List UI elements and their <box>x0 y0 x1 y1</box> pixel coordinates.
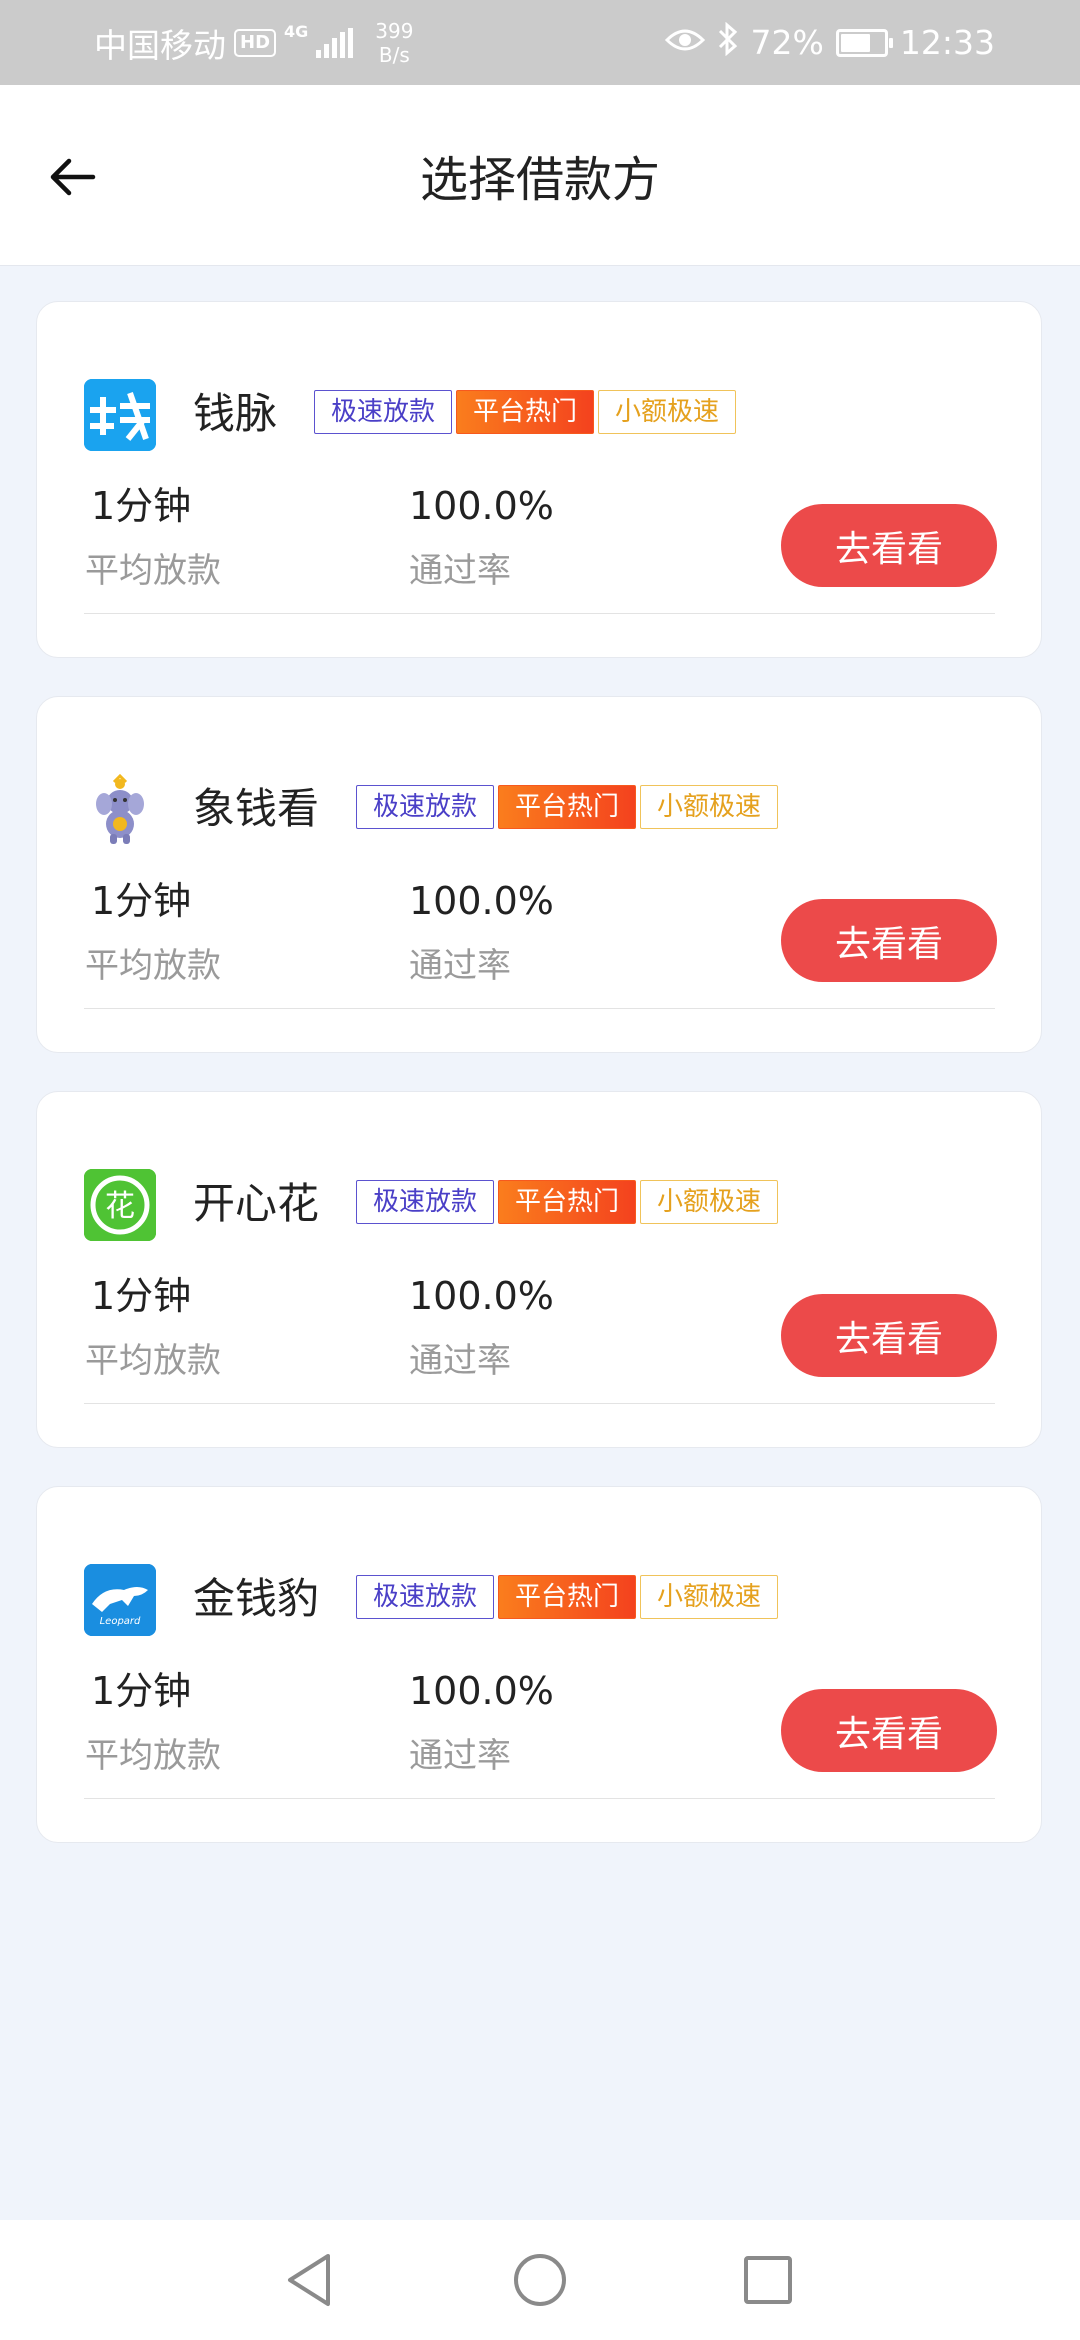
pass-rate-label: 通过率 <box>409 551 511 591</box>
tag-hot: 平台热门 <box>498 1575 637 1619</box>
signal-icon <box>316 27 354 58</box>
tag-small-fast: 小额极速 <box>640 785 779 829</box>
view-lender-button[interactable]: 去看看 <box>781 1689 997 1772</box>
card-divider <box>84 1798 995 1799</box>
lender-card: 花 开心花 极速放款 平台热门 小额极速 1分钟 平均放款 100.0% 通过率… <box>36 1091 1042 1448</box>
nav-home-button[interactable] <box>480 2220 600 2340</box>
card-divider <box>84 1403 995 1404</box>
eye-icon <box>664 23 705 62</box>
square-recents-icon <box>744 2256 792 2304</box>
clock-time: 12:33 <box>899 23 995 62</box>
elephant-logo-icon <box>96 774 144 844</box>
triangle-back-icon <box>288 2254 330 2306</box>
tag-hot: 平台热门 <box>498 785 637 829</box>
network-type: 4G <box>284 22 309 41</box>
tag-hot: 平台热门 <box>456 390 595 434</box>
lender-logo <box>84 774 156 846</box>
tag-fast-loan: 极速放款 <box>356 1180 495 1224</box>
view-lender-button[interactable]: 去看看 <box>781 504 997 587</box>
card-divider <box>84 613 995 614</box>
avg-loan-time-value: 1分钟 <box>91 1274 192 1318</box>
system-nav-bar <box>0 2220 1080 2340</box>
lender-tags: 极速放款 平台热门 小额极速 <box>356 1575 779 1619</box>
avg-loan-time-label: 平均放款 <box>85 1736 221 1776</box>
avg-loan-time-label: 平均放款 <box>85 1341 221 1381</box>
qianmai-logo-icon <box>84 379 156 451</box>
lender-card: 象钱看 极速放款 平台热门 小额极速 1分钟 平均放款 100.0% 通过率 去… <box>36 696 1042 1053</box>
net-speed-unit: B/s <box>378 42 410 67</box>
net-speed-value: 399 <box>375 18 414 43</box>
pass-rate-value: 100.0% <box>409 1274 554 1318</box>
kaixinhua-logo-icon: 花 <box>84 1169 156 1241</box>
circle-home-icon <box>514 2254 566 2306</box>
lender-tags: 极速放款 平台热门 小额极速 <box>356 1180 779 1224</box>
avg-loan-time-value: 1分钟 <box>91 484 192 528</box>
tag-small-fast: 小额极速 <box>640 1180 779 1224</box>
lender-tags: 极速放款 平台热门 小额极速 <box>314 390 737 434</box>
avg-loan-time-value: 1分钟 <box>91 879 192 923</box>
avg-loan-time-label: 平均放款 <box>85 946 221 986</box>
lender-card: Leopard 金钱豹 极速放款 平台热门 小额极速 1分钟 平均放款 100.… <box>36 1486 1042 1843</box>
nav-back-button[interactable] <box>249 2220 369 2340</box>
battery-percent: 72% <box>750 23 824 62</box>
lender-name: 象钱看 <box>193 784 320 833</box>
tag-fast-loan: 极速放款 <box>356 785 495 829</box>
status-left: 中国移动 HD 4G 399 B/s <box>94 0 413 85</box>
pass-rate-label: 通过率 <box>409 946 511 986</box>
status-right: 72% 12:33 <box>664 0 995 85</box>
status-bar: 中国移动 HD 4G 399 B/s 72% 12:33 <box>0 0 1080 85</box>
tag-fast-loan: 极速放款 <box>356 1575 495 1619</box>
tag-small-fast: 小额极速 <box>598 390 737 434</box>
avg-loan-time-label: 平均放款 <box>85 551 221 591</box>
lender-list: 钱脉 极速放款 平台热门 小额极速 1分钟 平均放款 100.0% 通过率 去看… <box>36 301 1044 1881</box>
pass-rate-value: 100.0% <box>409 1669 554 1713</box>
nav-recents-button[interactable] <box>708 2220 828 2340</box>
svg-text:Leopard: Leopard <box>100 1616 141 1627</box>
lender-tags: 极速放款 平台热门 小额极速 <box>356 785 779 829</box>
hd-badge: HD <box>234 28 277 57</box>
lender-name: 开心花 <box>193 1179 320 1228</box>
page-title: 选择借款方 <box>419 152 660 208</box>
view-lender-button[interactable]: 去看看 <box>781 899 997 982</box>
tag-small-fast: 小额极速 <box>640 1575 779 1619</box>
pass-rate-value: 100.0% <box>409 879 554 923</box>
lender-logo: 花 <box>84 1169 156 1241</box>
app-header: 选择借款方 <box>0 85 1080 266</box>
svg-text:花: 花 <box>105 1189 135 1224</box>
lender-logo <box>84 379 156 451</box>
arrow-left-icon <box>50 158 96 196</box>
bluetooth-icon <box>717 21 739 64</box>
tag-fast-loan: 极速放款 <box>314 390 453 434</box>
leopard-logo-icon: Leopard <box>84 1564 156 1636</box>
carrier-name: 中国移动 <box>94 25 226 65</box>
pass-rate-label: 通过率 <box>409 1736 511 1776</box>
card-divider <box>84 1008 995 1009</box>
back-button[interactable] <box>40 145 104 209</box>
view-lender-button[interactable]: 去看看 <box>781 1294 997 1377</box>
lender-logo: Leopard <box>84 1564 156 1636</box>
avg-loan-time-value: 1分钟 <box>91 1669 192 1713</box>
tag-hot: 平台热门 <box>498 1180 637 1224</box>
pass-rate-label: 通过率 <box>409 1341 511 1381</box>
pass-rate-value: 100.0% <box>409 484 554 528</box>
lender-card: 钱脉 极速放款 平台热门 小额极速 1分钟 平均放款 100.0% 通过率 去看… <box>36 301 1042 658</box>
battery-level <box>840 33 870 52</box>
battery-icon <box>835 28 893 57</box>
net-speed: 399 B/s <box>375 19 413 67</box>
lender-name: 钱脉 <box>193 389 278 438</box>
lender-name: 金钱豹 <box>193 1574 320 1623</box>
